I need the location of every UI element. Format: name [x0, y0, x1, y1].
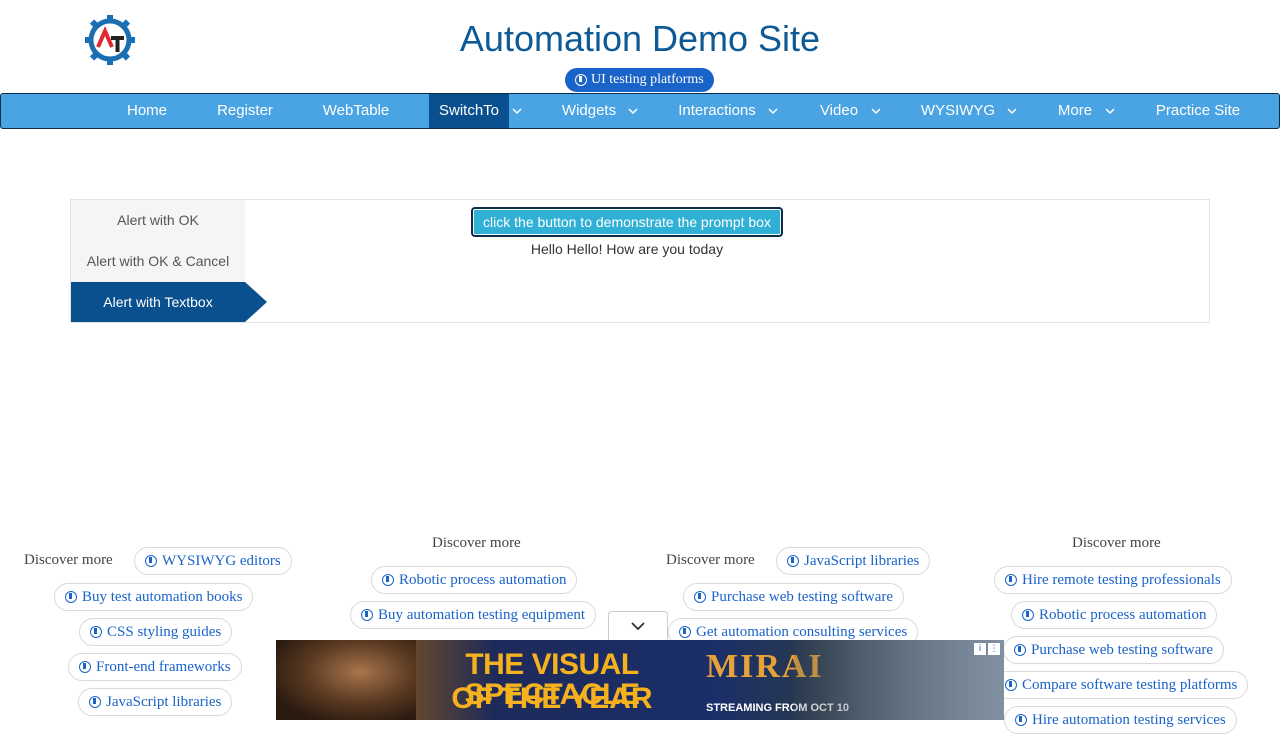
chip-label: Buy automation testing equipment: [378, 607, 586, 623]
arrow-up-circle-icon: [787, 555, 799, 567]
arrow-up-circle-icon: [1014, 644, 1026, 656]
chip-label: JavaScript libraries: [106, 694, 222, 710]
ad-collapse-button[interactable]: [608, 611, 668, 640]
chevron-down-icon[interactable]: [1002, 94, 1022, 128]
arrow-up-circle-icon: [1022, 609, 1034, 621]
nav-practice-site[interactable]: Practice Site: [1143, 94, 1253, 128]
discover-chip[interactable]: Hire automation testing services: [1004, 706, 1237, 734]
arrow-up-circle-icon: [145, 555, 157, 567]
chip-label: Buy test automation books: [82, 589, 243, 605]
discover-more-label: Discover more: [1072, 535, 1161, 551]
arrow-up-circle-icon: [1005, 679, 1017, 691]
nav-video[interactable]: Video: [809, 94, 869, 128]
chevron-down-icon[interactable]: [1100, 94, 1120, 128]
chip-label: Purchase web testing software: [711, 589, 894, 605]
discover-chip[interactable]: Robotic process automation: [1011, 601, 1218, 629]
ad-headline-2: OF THE YEAR: [451, 682, 653, 715]
discover-more-label: Discover more: [24, 552, 113, 568]
chip-label: CSS styling guides: [107, 624, 222, 640]
discover-more-label: Discover more: [432, 535, 521, 551]
tab-alert-with-ok-cancel[interactable]: Alert with OK & Cancel: [71, 241, 245, 281]
arrow-up-circle-icon: [679, 626, 691, 638]
nav-widgets[interactable]: Widgets: [549, 94, 629, 128]
ad-image-right: [794, 640, 1004, 720]
prompt-box-button[interactable]: click the button to demonstrate the prom…: [471, 207, 783, 237]
active-tab-arrow: [245, 282, 267, 322]
discover-chip[interactable]: WYSIWYG editors: [134, 547, 292, 575]
ad-info-icon[interactable]: i: [974, 643, 986, 655]
discover-chip[interactable]: CSS styling guides: [79, 618, 233, 646]
arrow-up-circle-icon: [361, 609, 373, 621]
chip-label: Front-end frameworks: [96, 659, 231, 675]
nav-register[interactable]: Register: [205, 94, 285, 128]
chip-label: Purchase web testing software: [1031, 642, 1214, 658]
arrow-up-circle-icon: [1015, 714, 1027, 726]
chevron-down-icon[interactable]: [866, 94, 886, 128]
ad-controls: i ⋮: [974, 643, 1000, 655]
nav-interactions[interactable]: Interactions: [669, 94, 765, 128]
arrow-up-circle-icon: [65, 591, 77, 603]
arrow-up-circle-icon: [382, 574, 394, 586]
arrow-up-circle-icon: [1005, 574, 1017, 586]
discover-chip[interactable]: Purchase web testing software: [1003, 636, 1225, 664]
discover-chip[interactable]: Front-end frameworks: [68, 653, 242, 681]
tab-alert-with-textbox[interactable]: Alert with Textbox: [71, 282, 267, 322]
chevron-down-icon[interactable]: [623, 94, 643, 128]
chip-label: Compare software testing platforms: [1022, 677, 1238, 693]
chip-label: WYSIWYG editors: [162, 553, 281, 569]
tab-label: Alert with Textbox: [103, 294, 213, 310]
discover-more-label: Discover more: [666, 552, 755, 568]
discover-chip[interactable]: Buy test automation books: [54, 583, 254, 611]
arrow-up-circle-icon: [79, 661, 91, 673]
discover-chip[interactable]: Hire remote testing professionals: [994, 566, 1232, 594]
discover-chip[interactable]: Buy automation testing equipment: [350, 601, 597, 629]
discover-chip[interactable]: JavaScript libraries: [78, 688, 233, 716]
discover-chip[interactable]: JavaScript libraries: [776, 547, 931, 575]
chip-label: Robotic process automation: [399, 572, 567, 588]
ad-banner[interactable]: THE VISUAL SPECTACLE OF THE YEAR MIRAI S…: [276, 640, 1004, 720]
alert-tabs: Alert with OK Alert with OK & Cancel Ale…: [71, 200, 267, 322]
discover-chip[interactable]: Compare software testing platforms: [994, 671, 1249, 699]
arrow-up-circle-icon: [694, 591, 706, 603]
ad-image: [276, 640, 416, 720]
pill-label: UI testing platforms: [591, 72, 704, 87]
main-navbar: Home Register WebTable SwitchTo Widgets …: [0, 93, 1280, 129]
discover-chip[interactable]: Purchase web testing software: [683, 583, 905, 611]
chip-label: Robotic process automation: [1039, 607, 1207, 623]
tab-alert-with-ok[interactable]: Alert with OK: [71, 200, 245, 240]
chevron-down-icon[interactable]: [507, 94, 527, 128]
more-options-icon[interactable]: ⋮: [988, 643, 1000, 655]
chevron-down-icon[interactable]: [763, 94, 783, 128]
site-title: Automation Demo Site: [459, 18, 821, 59]
nav-home[interactable]: Home: [107, 94, 187, 128]
discover-chip[interactable]: Robotic process automation: [371, 566, 578, 594]
ui-testing-platforms-link[interactable]: UI testing platforms: [565, 68, 714, 92]
chip-label: Hire remote testing professionals: [1022, 572, 1221, 588]
chevron-down-icon: [631, 622, 645, 630]
arrow-up-circle-icon: [89, 696, 101, 708]
arrow-up-circle-icon: [90, 626, 102, 638]
nav-wysiwyg[interactable]: WYSIWYG: [913, 94, 1003, 128]
nav-switchto[interactable]: SwitchTo: [429, 94, 509, 128]
chip-label: JavaScript libraries: [804, 553, 920, 569]
prompt-result-text: Hello Hello! How are you today: [530, 241, 724, 257]
arrow-up-circle-icon: [575, 74, 587, 86]
nav-more[interactable]: More: [1047, 94, 1103, 128]
nav-webtable[interactable]: WebTable: [311, 94, 401, 128]
chip-label: Hire automation testing services: [1032, 712, 1226, 728]
